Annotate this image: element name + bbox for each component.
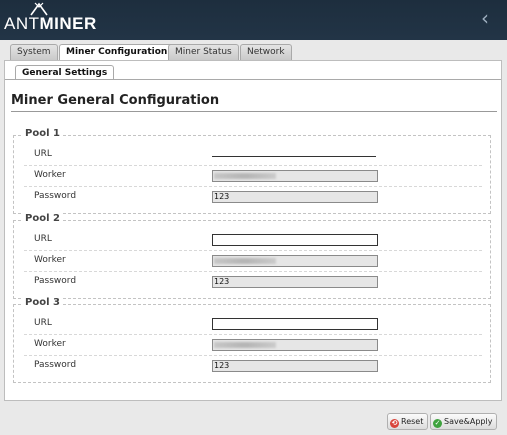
pool-2-fieldset: Pool 2 URL Worker Password 123 (13, 213, 491, 299)
pool-3-worker-row: Worker (24, 335, 482, 356)
pool-2-legend: Pool 2 (22, 213, 63, 224)
pool-1-worker-label: Worker (34, 170, 66, 180)
pool-2-worker-input[interactable] (212, 255, 378, 267)
tab-general-settings[interactable]: General Settings (15, 65, 115, 80)
pool-1-password-row: Password 123 (24, 187, 482, 207)
redacted-value (214, 258, 276, 264)
reset-button-label: Reset (401, 417, 424, 426)
pool-2-password-input[interactable]: 123 (212, 276, 378, 288)
redacted-value (214, 342, 276, 348)
logo-text-light: ANT (4, 14, 40, 33)
save-apply-button[interactable]: ✓ Save&Apply (430, 413, 498, 430)
pool-3-password-input[interactable]: 123 (212, 360, 378, 372)
save-apply-button-label: Save&Apply (444, 417, 493, 426)
pool-3-fieldset: Pool 3 URL Worker Password 123 (13, 297, 491, 383)
pool-2-password-label: Password (34, 276, 77, 286)
reset-button[interactable]: ⟲ Reset (387, 413, 429, 430)
pool-1-worker-row: Worker (24, 166, 482, 187)
pool-1-legend: Pool 1 (22, 128, 63, 139)
logo-text-bold: MINER (39, 14, 97, 33)
pool-1-url-row: URL (24, 145, 482, 166)
pool-3-password-label: Password (34, 360, 77, 370)
check-icon: ✓ (433, 419, 442, 428)
pool-1-fieldset: Pool 1 URL Worker Password 123 (13, 128, 491, 214)
pool-1-password-input[interactable]: 123 (212, 191, 378, 203)
tab-system[interactable]: System (10, 44, 58, 60)
chevron-left-icon[interactable]: ‹ (481, 6, 489, 30)
pool-3-legend: Pool 3 (22, 297, 63, 308)
config-panel: General Settings Miner General Configura… (4, 60, 502, 401)
pool-3-password-row: Password 123 (24, 356, 482, 376)
pool-1-url-label: URL (34, 149, 52, 159)
pool-2-url-label: URL (34, 234, 52, 244)
title-divider (11, 111, 497, 112)
pool-2-worker-label: Worker (34, 255, 66, 265)
pool-2-worker-row: Worker (24, 251, 482, 272)
tab-network[interactable]: Network (240, 44, 292, 60)
pool-1-password-label: Password (34, 191, 77, 201)
app-header: ANTMINER ‹ (0, 0, 507, 40)
tab-miner-configuration[interactable]: Miner Configuration (59, 44, 175, 61)
pool-1-worker-input[interactable] (212, 170, 378, 182)
page-title: Miner General Configuration (11, 93, 220, 108)
app-logo: ANTMINER (4, 14, 97, 34)
reset-icon: ⟲ (390, 419, 399, 428)
tab-miner-status[interactable]: Miner Status (168, 44, 239, 60)
pool-1-url-input[interactable] (212, 156, 376, 157)
pool-3-url-row: URL (24, 314, 482, 335)
pool-3-url-label: URL (34, 318, 52, 328)
pool-2-url-input[interactable] (212, 234, 378, 246)
pool-2-password-row: Password 123 (24, 272, 482, 292)
redacted-value (214, 173, 276, 179)
pool-2-url-row: URL (24, 230, 482, 251)
pool-3-worker-input[interactable] (212, 339, 378, 351)
subtab-divider (5, 79, 501, 80)
pool-3-url-input[interactable] (212, 318, 378, 330)
pool-3-worker-label: Worker (34, 339, 66, 349)
